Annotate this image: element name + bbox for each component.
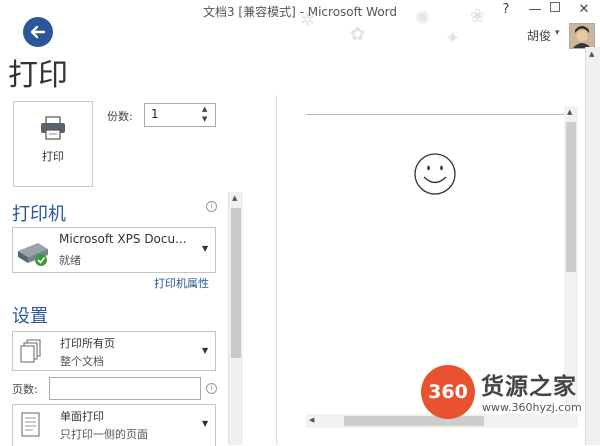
page-title: 打印 [8,58,68,93]
dropdown-arrow-icon: ▼ [202,419,209,428]
printer-dropdown[interactable]: Microsoft XPS Docu... 就绪 ▼ [12,227,216,273]
pages-input[interactable] [49,377,201,400]
print-button[interactable]: 打印 [13,101,93,187]
printer-heading: 打印机 [12,204,66,225]
settings-heading: 设置 [12,306,48,327]
window-title: 文档3 [兼容模式] - Microsoft Word [202,5,398,19]
page-edge [306,114,564,115]
printer-name: Microsoft XPS Docu... [59,232,187,246]
scrollbar-thumb[interactable] [566,122,576,272]
watermark-url: www.360hyzj.com [482,401,582,414]
dropdown-arrow-icon: ▼ [202,346,209,355]
watermark-logo: 360 [421,365,475,419]
pages-icon [20,339,41,363]
watermark-brand: 货源之家 [481,374,577,400]
sides-dropdown[interactable]: 单面打印 只打印一侧的页面 ▼ [12,404,216,446]
decor-icon: ✺ [415,8,431,29]
printer-icon [41,116,65,140]
printer-device-icon [18,243,48,266]
scrollbar-thumb[interactable] [231,208,241,358]
preview-vertical-scrollbar[interactable]: ▲ [564,106,578,406]
back-button[interactable] [23,17,53,47]
scroll-up-icon[interactable]: ▲ [567,108,572,116]
sides-title: 单面打印 [60,410,104,423]
print-button-label: 打印 [42,150,64,163]
single-sided-icon [21,412,40,437]
info-icon[interactable]: i [206,383,217,394]
decrement-icon[interactable]: ▼ [202,115,207,123]
print-range-dropdown[interactable]: 打印所有页 整个文档 ▼ [12,331,216,371]
help-button[interactable]: ? [498,2,514,17]
close-button[interactable]: ✕ [576,2,592,17]
decor-icon: ✿ [350,24,366,45]
print-range-title: 打印所有页 [60,337,115,350]
chevron-down-icon[interactable]: ▾ [555,28,560,38]
scrollbar-thumb[interactable] [344,416,484,426]
printer-status: 就绪 [59,254,81,267]
scroll-up-icon[interactable]: ▲ [232,194,237,202]
scroll-left-icon[interactable]: ◀ [309,416,314,424]
pages-label: 页数: [12,383,38,396]
arrow-left-icon [30,25,46,39]
copies-value[interactable]: 1 [151,107,159,121]
scroll-up-icon[interactable]: ▲ [589,50,594,58]
user-name[interactable]: 胡俊 [527,27,551,44]
increment-icon[interactable]: ▲ [202,105,207,113]
info-icon[interactable]: i [206,201,217,212]
dropdown-arrow-icon: ▼ [202,244,209,253]
smiley-icon [414,153,456,195]
user-photo-icon [570,24,594,48]
sides-subtitle: 只打印一侧的页面 [60,428,148,441]
avatar[interactable] [569,23,595,49]
restore-button[interactable] [550,2,560,12]
printer-properties-link[interactable]: 打印机属性 [154,275,209,291]
backstage-scrollbar[interactable]: ▲ [585,47,600,445]
decor-icon: ✦ [445,28,461,49]
settings-scrollbar[interactable]: ▲ [228,192,243,445]
copies-stepper[interactable]: 1 ▲ ▼ [144,103,216,127]
copies-label: 份数: [107,110,133,123]
decor-icon: ❀ [470,6,486,27]
print-range-subtitle: 整个文档 [60,355,104,368]
minimize-button[interactable]: — [527,2,543,17]
